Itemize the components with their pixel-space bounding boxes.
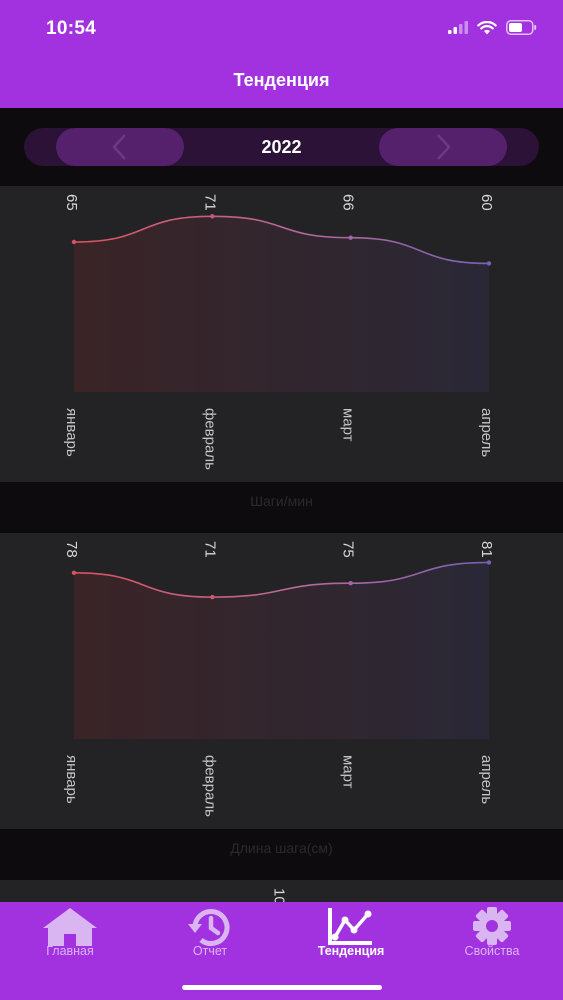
step-length-chart: 78 71 75 81 январь февраль март апрель: [0, 533, 563, 829]
value-label: 65: [63, 194, 80, 211]
status-icons: [448, 20, 537, 35]
status-time: 10:54: [46, 18, 97, 39]
chart-svg: 78 71 75 81 январь февраль март апрель: [63, 541, 495, 817]
signal-icon: [448, 21, 468, 34]
tab-trend[interactable]: Тенденция: [291, 902, 411, 972]
battery-icon: [506, 20, 537, 35]
category-label: март: [340, 408, 357, 442]
trend-chart-icon: [328, 908, 372, 945]
history-icon: [188, 909, 230, 946]
next-year-button[interactable]: [379, 128, 507, 166]
chevron-right-icon: [437, 134, 451, 160]
data-point: [486, 560, 492, 565]
home-icon: [43, 908, 97, 946]
page-title: Тенденция: [233, 70, 330, 90]
value-label: 71: [201, 541, 218, 558]
tab-trend-label: Тенденция: [317, 944, 385, 958]
top-bar: 10:54 Тенденция: [0, 0, 563, 108]
tab-settings[interactable]: Свойства: [432, 902, 552, 972]
home-indicator: [182, 985, 382, 990]
year-selector: 2022: [24, 128, 539, 166]
value-label: 71: [201, 194, 218, 211]
steps-per-minute-chart: 65 71 66 60 январь февраль март апрель: [0, 186, 563, 482]
category-label: январь: [63, 755, 80, 804]
tab-settings-label: Свойства: [464, 944, 520, 958]
tab-report-label: Отчет: [192, 944, 228, 958]
data-point: [348, 235, 353, 240]
data-point: [486, 261, 492, 266]
chart-area-fill: [74, 216, 489, 392]
value-label: 81: [478, 541, 495, 558]
data-point: [210, 594, 215, 600]
tab-report[interactable]: Отчет: [150, 902, 270, 972]
data-point: [210, 214, 215, 219]
data-point: [71, 570, 77, 576]
tab-home-label: Главная: [46, 944, 94, 958]
category-label: февраль: [201, 408, 218, 470]
category-label: март: [340, 755, 357, 789]
data-point: [71, 239, 77, 245]
step-length-caption: Длина шага(см): [230, 840, 333, 856]
value-label: 75: [340, 541, 357, 558]
category-label: февраль: [201, 755, 218, 817]
steps-per-minute-caption: Шаги/мин: [250, 493, 313, 509]
gear-icon: [473, 907, 511, 945]
category-label: январь: [63, 408, 80, 457]
value-label: 78: [63, 541, 80, 558]
app-root: 10:54 Тенденция 2022 65 71 66 60 январь …: [0, 0, 563, 1000]
value-label: 60: [478, 194, 495, 211]
tab-home[interactable]: Главная: [10, 902, 130, 972]
value-label: 66: [340, 194, 357, 211]
chart-svg: 65 71 66 60 январь февраль март апрель: [63, 194, 495, 470]
data-point: [348, 581, 353, 586]
category-label: апрель: [478, 755, 495, 804]
wifi-icon: [477, 20, 497, 34]
category-label: апрель: [478, 408, 495, 457]
chart-area-fill: [74, 562, 489, 739]
